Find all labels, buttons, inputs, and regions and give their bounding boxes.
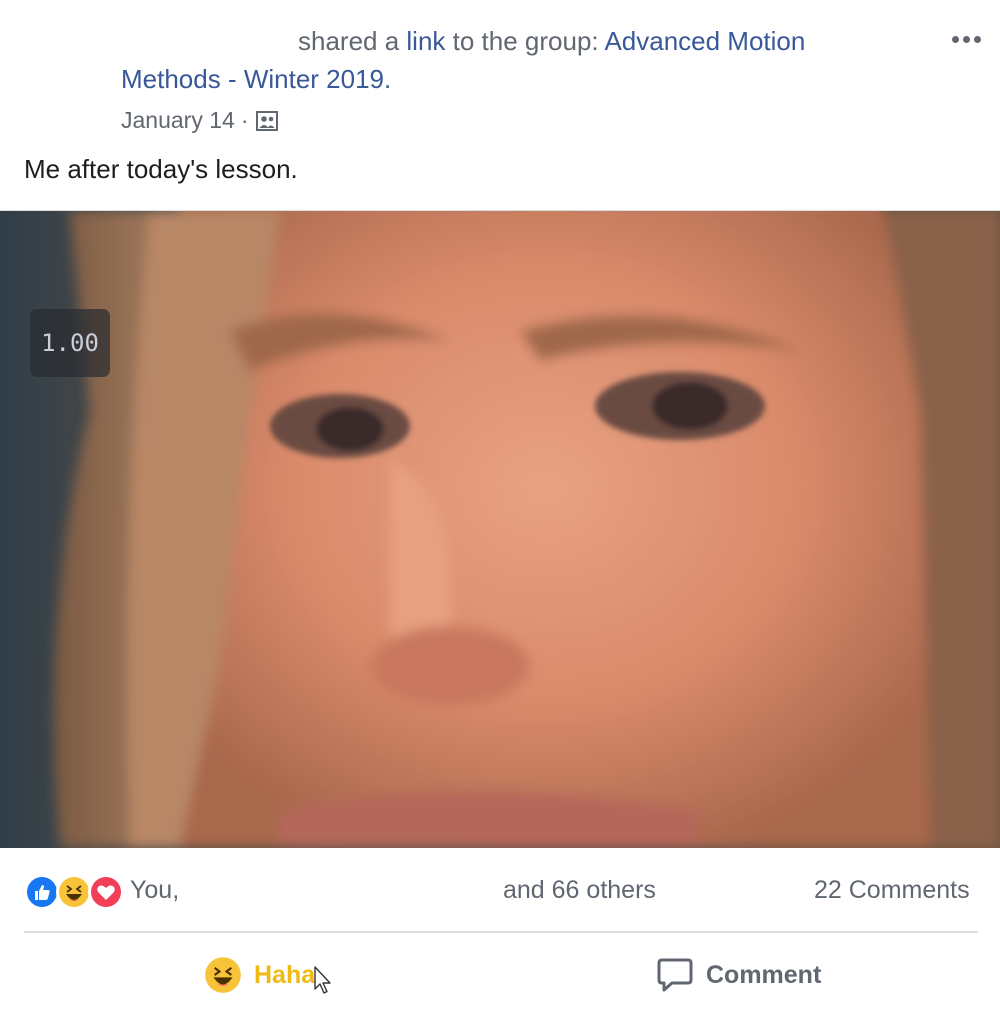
dot-icon — [962, 35, 970, 43]
post-caption: Me after today's lesson. — [24, 154, 298, 184]
comment-icon — [657, 958, 693, 992]
comment-label: Comment — [706, 960, 822, 989]
reaction-icons[interactable] — [24, 874, 124, 910]
reaction-stats-bar: You, and 66 others 22 Comments — [0, 848, 1000, 932]
actions-divider — [24, 931, 978, 933]
period: . — [384, 64, 392, 94]
mouse-pointer-icon — [314, 966, 331, 994]
playback-speed-badge[interactable]: 1.00 — [30, 309, 110, 377]
group-name-link[interactable]: Advanced Motion — [604, 26, 805, 56]
post-meta: January 14 · — [121, 107, 280, 134]
post-date[interactable]: January 14 — [121, 107, 235, 134]
gif-face-image — [0, 211, 1000, 848]
haha-label: Haha — [254, 960, 316, 989]
group-icon — [256, 110, 279, 131]
shared-text: shared a — [298, 26, 407, 56]
group-name-link-continued[interactable]: Methods - Winter 2019 — [121, 64, 384, 94]
post-action-bar: Haha Comment — [0, 934, 1000, 1014]
reactors-others[interactable]: and 66 others — [503, 876, 656, 905]
comments-count-link[interactable]: 22 Comments — [814, 876, 970, 905]
like-icon — [24, 874, 60, 910]
post-header: shared a link to the group: Advanced Mot… — [0, 0, 1000, 210]
share-line: shared a link to the group: Advanced Mot… — [298, 26, 805, 57]
haha-reaction-button[interactable]: Haha — [204, 952, 315, 998]
comment-button[interactable]: Comment — [656, 952, 821, 998]
group-prefix: to the group: — [445, 26, 605, 56]
group-name-line2: Methods - Winter 2019. — [121, 64, 391, 95]
more-options-button[interactable] — [946, 22, 986, 56]
date-separator: · — [240, 107, 249, 133]
love-icon — [88, 874, 124, 910]
link-text[interactable]: link — [406, 26, 445, 56]
haha-icon — [56, 874, 92, 910]
gif-media[interactable]: 1.00 — [0, 210, 1000, 849]
dot-icon — [973, 35, 981, 43]
reactors-you[interactable]: You, — [130, 876, 179, 905]
dot-icon — [951, 35, 959, 43]
haha-icon — [205, 957, 241, 993]
